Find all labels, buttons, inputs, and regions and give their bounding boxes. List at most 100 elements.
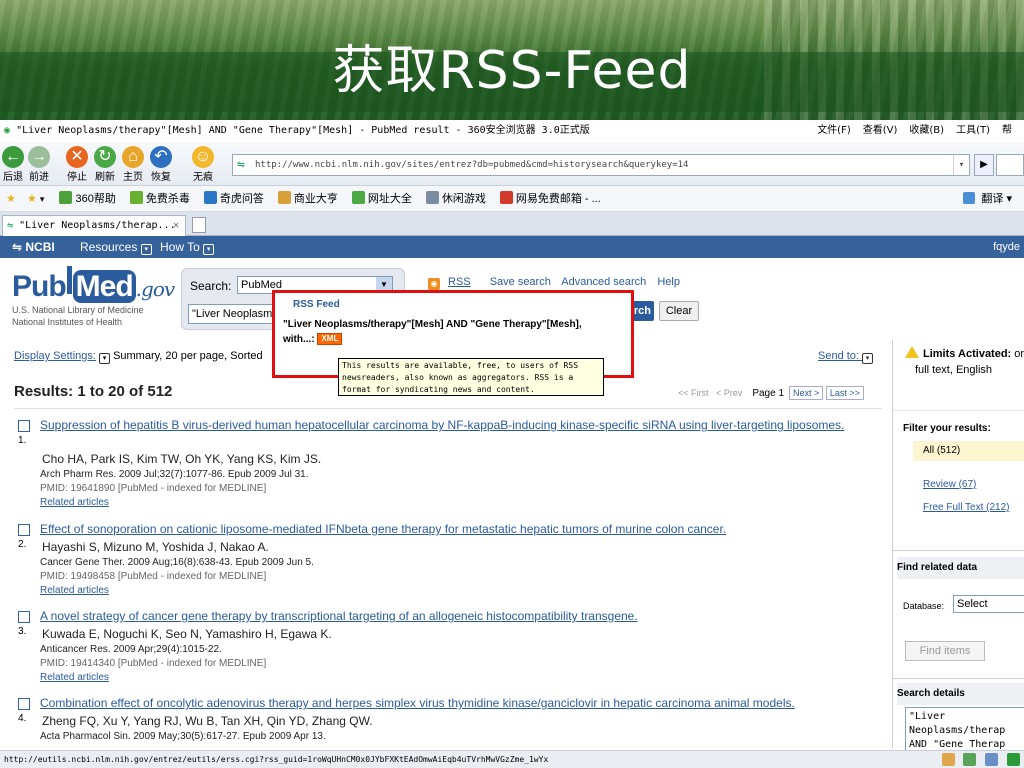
nav-button[interactable]: → 前进 — [28, 146, 50, 183]
add-favorite-icon[interactable]: ★ — [27, 193, 37, 205]
address-dropdown-icon[interactable]: ▾ — [953, 155, 969, 175]
nav-button[interactable]: ← 后退 — [2, 146, 24, 183]
favorite-item[interactable]: 休闲游戏 — [425, 191, 486, 205]
pager-prev[interactable]: < Prev — [716, 388, 742, 398]
status-security-icon[interactable] — [1007, 753, 1020, 766]
chevron-down-icon[interactable]: ▾ — [99, 353, 110, 364]
record-title-link[interactable]: A novel strategy of cancer gene therapy … — [40, 609, 880, 624]
nav-icon: ✕ — [66, 146, 88, 168]
favorite-item[interactable]: 网址大全 — [351, 191, 412, 205]
record-title-link[interactable]: Suppression of hepatitis B virus-derived… — [40, 418, 880, 433]
chevron-down-icon: ▾ — [203, 244, 215, 255]
nav-button[interactable]: ✕ 停止 — [66, 146, 88, 183]
record-authors: Zheng FQ, Xu Y, Yang RJ, Wu B, Tan XH, Q… — [42, 714, 373, 728]
related-articles-link[interactable]: Related articles — [40, 672, 109, 683]
menu-item[interactable]: 查看(V) — [863, 125, 898, 136]
favorite-icon — [277, 191, 291, 204]
related-database-select[interactable]: Select — [953, 595, 1024, 613]
page-icon: ⇋ — [237, 157, 245, 172]
right-sidebar: Limits Activated: or full text, English … — [892, 340, 1024, 751]
status-window-icon[interactable] — [985, 753, 999, 766]
translate-label: 翻译 — [981, 193, 1004, 205]
status-url: http://eutils.ncbi.nlm.nih.gov/entrez/eu… — [4, 755, 549, 764]
nav-label: 刷新 — [95, 172, 115, 183]
record-authors: Cho HA, Park IS, Kim TW, Oh YK, Yang KS,… — [42, 452, 322, 466]
translate-button[interactable]: 翻译 ▾ — [963, 186, 1012, 212]
search-links: ◉ RSS Save search Advanced search Help — [428, 276, 688, 290]
record-checkbox[interactable] — [18, 611, 30, 623]
nav-label: 前进 — [29, 172, 49, 183]
status-bar: http://eutils.ncbi.nlm.nih.gov/entrez/eu… — [0, 750, 1024, 768]
record-title-link[interactable]: Combination effect of oncolytic adenovir… — [40, 696, 880, 711]
rss-feed-head: RSS Feed — [293, 299, 340, 310]
xml-button[interactable]: XML — [317, 333, 343, 345]
address-bar[interactable]: ⇋ http://www.ncbi.nlm.nih.gov/sites/entr… — [232, 154, 970, 176]
record-checkbox[interactable] — [18, 420, 30, 432]
ncbi-logo[interactable]: ⇋ NCBI — [12, 236, 55, 258]
new-tab-button[interactable] — [192, 217, 206, 233]
howto-menu[interactable]: How To ▾ — [160, 236, 215, 258]
save-search-link[interactable]: Save search — [490, 276, 551, 288]
record-pmid: PMID: 19498458 [PubMed - indexed for MED… — [40, 571, 267, 582]
menu-item[interactable]: 文件(F) — [817, 125, 851, 136]
browser-toolbar: ← 后退 → 前进 ✕ 停止 ↻ 刷新 ⌂ 主页 ↶ 恢复 ☺ 无痕 ⇋ http://www.ncbi.… — [0, 142, 1024, 186]
nav-button[interactable]: ⌂ 主页 — [122, 146, 144, 183]
pager-last[interactable]: Last >> — [825, 386, 864, 400]
tab-pubmed[interactable]: ⇋ "Liver Neoplasms/therap... ✕ — [2, 215, 186, 236]
favorite-label: 商业大亨 — [293, 193, 338, 205]
nav-icon: ← — [2, 146, 24, 168]
favorite-item[interactable]: 免费杀毒 — [129, 191, 190, 205]
favorite-item[interactable]: 网易免费邮箱 - ... — [499, 191, 601, 205]
limits-label: Limits Activated: — [923, 348, 1012, 360]
favorites-star-icon[interactable]: ★ — [6, 193, 16, 205]
favorite-item[interactable]: 商业大亨 — [277, 191, 338, 205]
close-tab-icon[interactable]: ✕ — [173, 216, 179, 236]
filter-free-full-text[interactable]: Free Full Text (212) — [923, 502, 1010, 513]
related-articles-link[interactable]: Related articles — [40, 585, 109, 596]
favorite-item[interactable]: 奇虎问答 — [203, 191, 264, 205]
search-label: Search: — [190, 279, 232, 293]
pager-next[interactable]: Next > — [789, 386, 824, 400]
find-items-button[interactable]: Find items — [905, 641, 985, 661]
record-number: 2. — [18, 539, 27, 550]
search-details-query[interactable]: "Liver Neoplasms/therap AND "Gene Therap — [905, 707, 1024, 751]
status-plugin-icon[interactable] — [941, 753, 955, 766]
resources-menu[interactable]: Resources ▾ — [80, 236, 152, 258]
filter-review[interactable]: Review (67) — [923, 479, 976, 490]
nav-button[interactable]: ☺ 无痕 — [192, 146, 214, 183]
advanced-search-link[interactable]: Advanced search — [561, 276, 646, 288]
user-link[interactable]: fqyde — [993, 236, 1020, 258]
menu-bar: 文件(F) 查看(V) 收藏(B) 工具(T) 帮 — [817, 120, 1024, 142]
record-title-link[interactable]: Effect of sonoporation on cationic lipos… — [40, 522, 880, 537]
favorite-item[interactable]: 360帮助 — [59, 191, 116, 205]
favorite-label: 网址大全 — [367, 193, 412, 205]
menu-item[interactable]: 收藏(B) — [909, 125, 944, 136]
favorites-bar: ★ ★ ▾ 360帮助 免费杀毒 奇虎问答 商业大亨 网址大全 休闲游戏 网易免费邮箱 - … — [0, 186, 1024, 212]
status-icons — [938, 753, 1020, 768]
status-download-icon[interactable] — [963, 753, 977, 766]
database-label: Database: — [903, 601, 945, 611]
nav-icon: ↶ — [150, 146, 172, 168]
menu-item[interactable]: 工具(T) — [956, 125, 990, 136]
favorite-label: 360帮助 — [75, 193, 116, 205]
nav-button[interactable]: ↻ 刷新 — [94, 146, 116, 183]
help-link[interactable]: Help — [657, 276, 680, 288]
menu-item[interactable]: 帮 — [1002, 125, 1012, 136]
related-articles-link[interactable]: Related articles — [40, 497, 109, 508]
record-checkbox[interactable] — [18, 698, 30, 710]
pubmed-logo[interactable]: Pub Med .gov U.S. National Library of Medi… — [12, 266, 182, 336]
nav-label: 后退 — [3, 172, 23, 183]
send-to-menu[interactable]: Send to: ▾ — [818, 350, 874, 364]
nav-icon: ⌂ — [122, 146, 144, 168]
record-checkbox[interactable] — [18, 524, 30, 536]
search-engine-button[interactable] — [996, 154, 1024, 176]
pager-first[interactable]: << First — [678, 388, 709, 398]
go-button[interactable]: ▶ — [974, 154, 994, 176]
chevron-down-icon: ▾ — [140, 244, 152, 255]
nav-button[interactable]: ↶ 恢复 — [150, 146, 172, 183]
rss-link[interactable]: ◉ RSS — [428, 276, 479, 290]
display-settings-link[interactable]: Display Settings: — [14, 350, 96, 362]
chevron-down-icon[interactable]: ▾ — [40, 194, 45, 204]
clear-button[interactable]: Clear — [659, 301, 699, 321]
filter-all[interactable]: All (512) — [913, 441, 1024, 461]
